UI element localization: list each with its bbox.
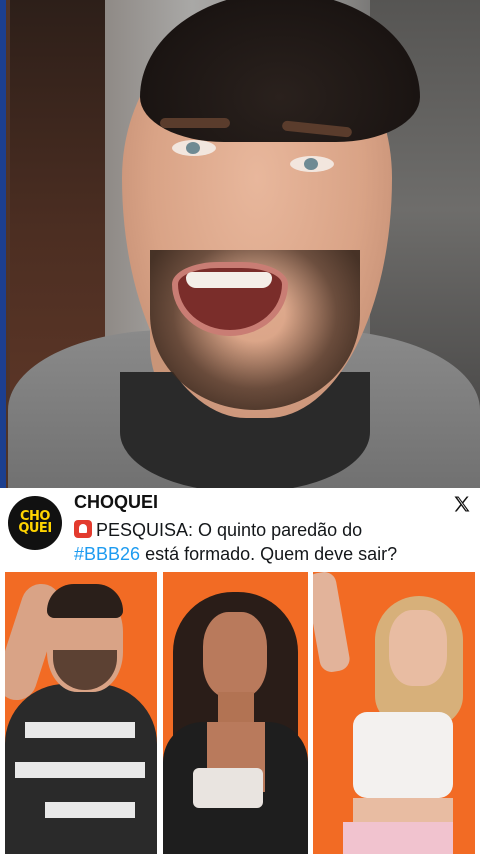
- contestant-2-face: [203, 612, 267, 698]
- left-eyebrow: [160, 118, 230, 128]
- tweet-text-part-2: está formado. Quem deve sair?: [140, 544, 398, 564]
- contestant-3-arm: [313, 572, 352, 674]
- shirt-stripe-1: [25, 722, 135, 738]
- x-logo-icon[interactable]: [452, 494, 472, 514]
- contestant-photo-3[interactable]: [313, 572, 475, 854]
- left-eye: [172, 140, 216, 156]
- shirt-stripe-3: [45, 802, 135, 818]
- avatar-logo-line-2: QUEI: [18, 521, 52, 536]
- tweet-text: PESQUISA: O quinto paredão do #BBB26 est…: [74, 518, 474, 566]
- shirt-stripe-2: [15, 762, 145, 778]
- contestant-1-hair: [47, 584, 123, 618]
- account-name[interactable]: CHOQUEI: [74, 492, 158, 513]
- contestant-3-pants: [343, 822, 453, 854]
- right-eye: [290, 156, 334, 172]
- contestant-3-face: [389, 610, 447, 686]
- contestant-photo-2[interactable]: [163, 572, 308, 854]
- contestant-3-top: [353, 712, 453, 798]
- tweet-text-part-1: PESQUISA: O quinto paredão do: [96, 520, 363, 540]
- contestant-2-top: [193, 768, 263, 808]
- man-teeth: [186, 272, 272, 288]
- video-side-bar: [0, 0, 6, 488]
- hashtag-link[interactable]: #BBB26: [74, 544, 140, 564]
- contestant-photo-1[interactable]: [5, 572, 157, 854]
- siren-icon: [74, 520, 92, 538]
- background-door: [10, 0, 105, 390]
- choquei-avatar[interactable]: CHO QUEI: [8, 496, 62, 550]
- video-frame[interactable]: [0, 0, 480, 488]
